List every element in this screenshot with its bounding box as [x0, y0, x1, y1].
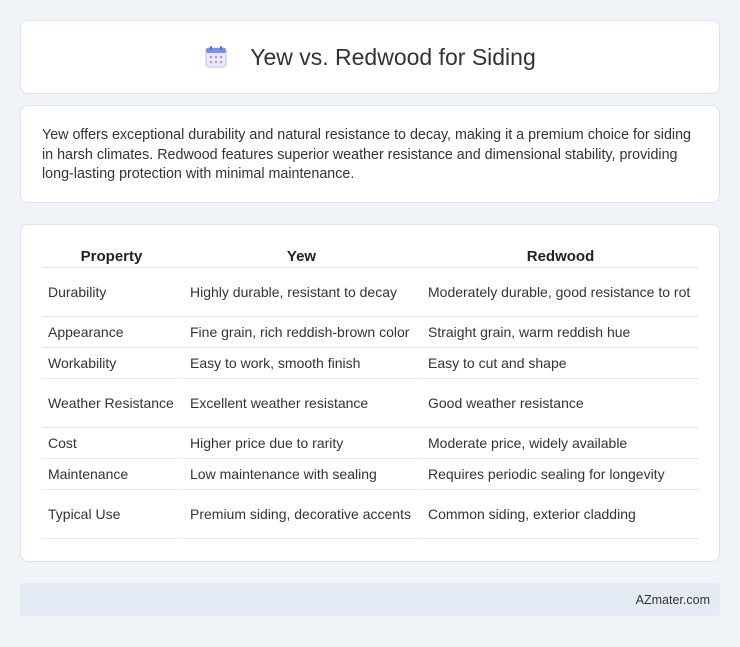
calendar-icon [205, 46, 227, 68]
table-row: Durability Highly durable, resistant to … [42, 268, 699, 317]
table-row: Weather Resistance Excellent weather res… [42, 379, 699, 428]
yew-cell: Premium siding, decorative accents [181, 490, 419, 539]
yew-cell: Excellent weather resistance [181, 379, 419, 428]
property-cell: Weather Resistance [42, 379, 181, 428]
redwood-cell: Requires periodic sealing for longevity [419, 459, 699, 490]
table-row: Typical Use Premium siding, decorative a… [42, 490, 699, 539]
yew-cell: Highly durable, resistant to decay [181, 268, 419, 317]
property-cell: Cost [42, 428, 181, 459]
property-cell: Durability [42, 268, 181, 317]
page-title: Yew vs. Redwood for Siding [250, 43, 536, 70]
redwood-cell: Good weather resistance [419, 379, 699, 428]
table-row: Appearance Fine grain, rich reddish-brow… [42, 317, 699, 348]
redwood-cell: Straight grain, warm reddish hue [419, 317, 699, 348]
table-row: Maintenance Low maintenance with sealing… [42, 459, 699, 490]
yew-cell: Low maintenance with sealing [181, 459, 419, 490]
yew-cell: Higher price due to rarity [181, 428, 419, 459]
header-yew: Yew [181, 243, 419, 268]
yew-cell: Easy to work, smooth finish [181, 348, 419, 379]
table-header-row: Property Yew Redwood [42, 243, 699, 268]
property-cell: Workability [42, 348, 181, 379]
property-cell: Maintenance [42, 459, 181, 490]
table-row: Cost Higher price due to rarity Moderate… [42, 428, 699, 459]
comparison-table: Property Yew Redwood Durability Highly d… [42, 243, 699, 539]
yew-cell: Fine grain, rich reddish-brown color [181, 317, 419, 348]
table-row: Workability Easy to work, smooth finish … [42, 348, 699, 379]
redwood-cell: Easy to cut and shape [419, 348, 699, 379]
table-card: Property Yew Redwood Durability Highly d… [20, 224, 720, 562]
property-cell: Appearance [42, 317, 181, 348]
intro-text: Yew offers exceptional durability and na… [42, 127, 691, 182]
footer-brand[interactable]: AZmater.com [636, 593, 710, 607]
redwood-cell: Common siding, exterior cladding [419, 490, 699, 539]
header-property: Property [42, 243, 181, 268]
redwood-cell: Moderate price, widely available [419, 428, 699, 459]
footer: AZmater.com [20, 583, 720, 616]
property-cell: Typical Use [42, 490, 181, 539]
intro-card: Yew offers exceptional durability and na… [20, 105, 720, 203]
header-redwood: Redwood [419, 243, 699, 268]
title-card: Yew vs. Redwood for Siding [20, 20, 720, 94]
redwood-cell: Moderately durable, good resistance to r… [419, 268, 699, 317]
